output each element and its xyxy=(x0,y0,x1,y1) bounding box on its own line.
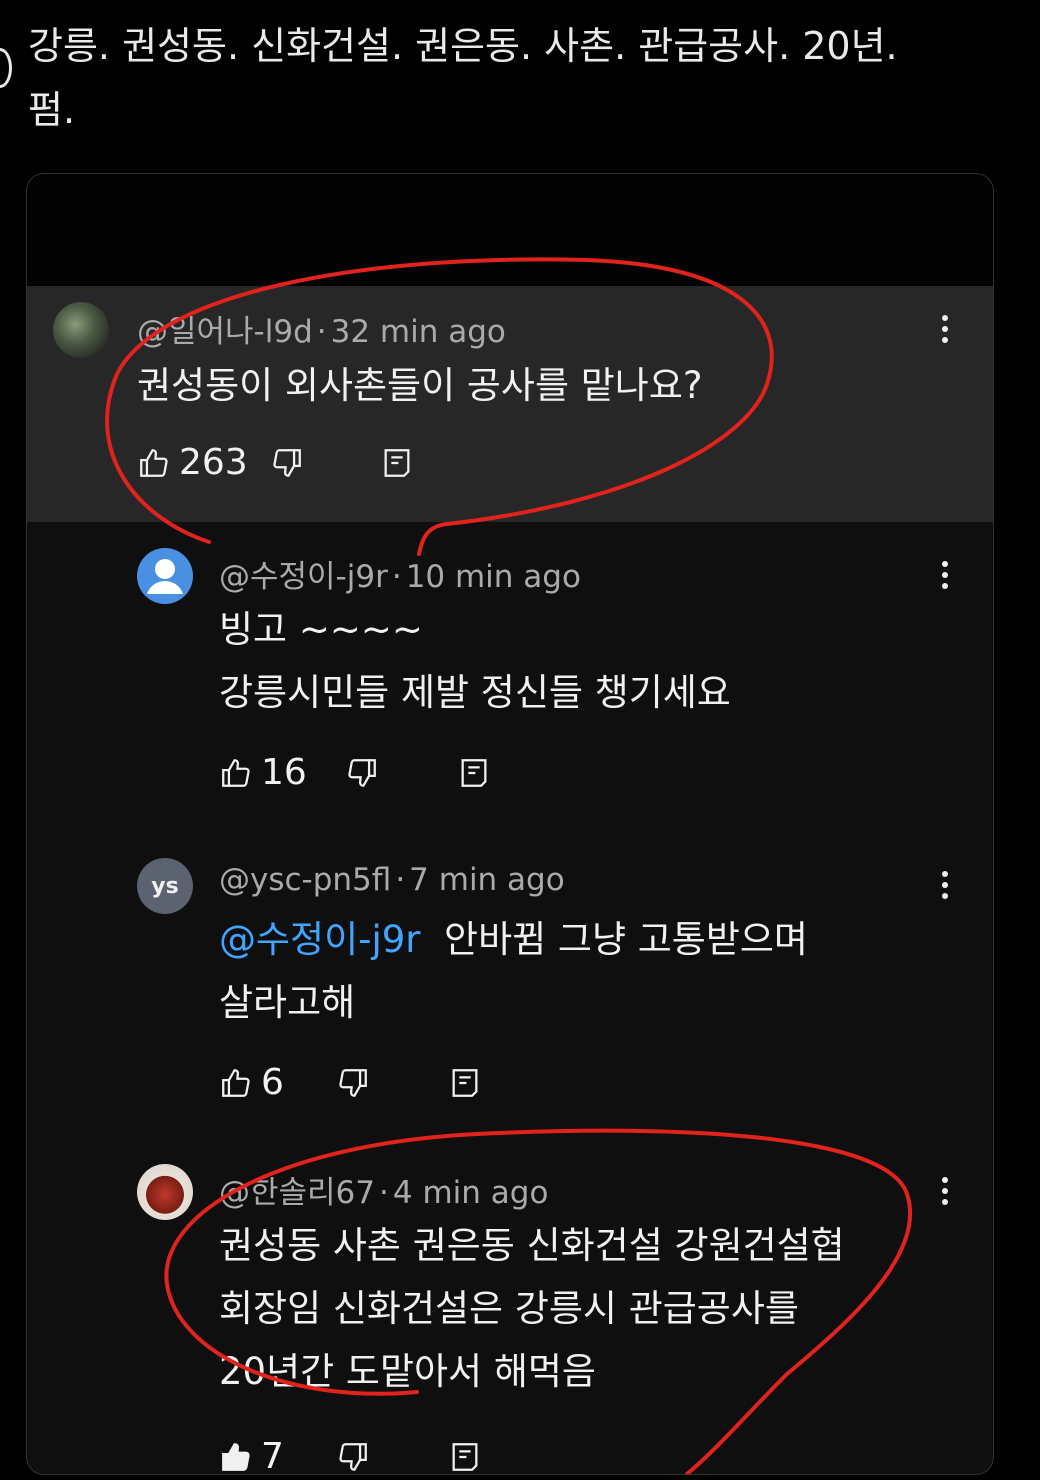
comment-meta: @한솔리67 · 4 min ago xyxy=(219,1175,549,1211)
comment-author[interactable]: @일어나-l9d xyxy=(137,314,313,350)
avatar[interactable] xyxy=(137,1164,193,1220)
comment-line: 강릉시민들 제발 정신들 챙기세요 xyxy=(219,671,731,714)
comment-line: 안바뀜 그냥 고통받으며 xyxy=(444,918,808,961)
reply-icon[interactable] xyxy=(380,446,414,480)
more-vertical-icon[interactable] xyxy=(941,560,949,590)
comment-body: @수정이-j9r 안바뀜 그냥 고통받으며 살라고해 xyxy=(219,908,808,1034)
thumbs-up-icon[interactable] xyxy=(219,756,253,790)
comment-meta: @수정이-j9r · 10 min ago xyxy=(219,559,581,595)
comment-line: 살라고해 xyxy=(219,981,356,1024)
comment-author[interactable]: @한솔리67 xyxy=(219,1175,375,1211)
comment-actions: 16 xyxy=(219,752,491,793)
comment-meta: @ysc-pn5fl · 7 min ago xyxy=(219,862,565,898)
comment-time: 7 min ago xyxy=(409,862,565,898)
avatar[interactable] xyxy=(137,548,193,604)
comment-body: 빙고 ~~~~ 강릉시민들 제발 정신들 챙기세요 xyxy=(219,598,731,724)
comment-body: 권성동 사촌 권은동 신화건설 강원건설협 회장임 신화건설은 강릉시 관급공사… xyxy=(219,1214,845,1403)
comment-actions: 7 xyxy=(219,1436,482,1475)
like-count: 16 xyxy=(261,752,307,793)
post-text-line-1: 강릉. 권성동. 신화건설. 권은동. 사촌. 관급공사. 20년. xyxy=(28,24,898,68)
mention-link[interactable]: @수정이-j9r xyxy=(219,918,421,961)
video-area xyxy=(27,174,993,286)
comment-line: 빙고 ~~~~ xyxy=(219,608,423,651)
thumbs-down-icon[interactable] xyxy=(345,756,379,790)
screenshot-image[interactable]: @일어나-l9d · 32 min ago 권성동이 외사촌들이 공사를 맡나요? … xyxy=(26,173,994,1475)
comment-body: 권성동이 외사촌들이 공사를 맡나요? xyxy=(137,354,703,417)
comment-actions: 263 xyxy=(137,442,414,483)
post-text-line-2: 펌. xyxy=(28,88,76,132)
thumbs-down-icon[interactable] xyxy=(336,1440,370,1474)
comment-line-1: @수정이-j9r 안바뀜 그냥 고통받으며 xyxy=(219,908,808,971)
avatar[interactable] xyxy=(53,302,109,358)
thumbs-down-icon[interactable] xyxy=(336,1066,370,1100)
comment-author[interactable]: @수정이-j9r xyxy=(219,559,388,595)
more-vertical-icon[interactable] xyxy=(941,870,949,900)
reply-icon[interactable] xyxy=(448,1440,482,1474)
more-vertical-icon[interactable] xyxy=(941,314,949,344)
comment-time: 4 min ago xyxy=(392,1175,549,1211)
reply-icon[interactable] xyxy=(448,1066,482,1100)
like-count: 6 xyxy=(261,1062,284,1103)
avatar-initials: ys xyxy=(151,873,179,899)
comment-time: 10 min ago xyxy=(405,559,581,595)
post-text: 강릉. 권성동. 신화건설. 권은동. 사촌. 관급공사. 20년. 펌. xyxy=(28,14,1018,142)
comment-actions: 6 xyxy=(219,1062,482,1103)
comment-meta: @일어나-l9d · 32 min ago xyxy=(137,314,506,350)
comment-line: 20년간 도맡아서 해먹음 xyxy=(219,1350,596,1393)
comment-line: 회장임 신화건설은 강릉시 관급공사를 xyxy=(219,1287,799,1330)
comment-time: 32 min ago xyxy=(330,314,506,350)
more-vertical-icon[interactable] xyxy=(941,1176,949,1206)
thumbs-down-icon[interactable] xyxy=(270,446,304,480)
thumbs-up-icon[interactable] xyxy=(219,1066,253,1100)
comment-author[interactable]: @ysc-pn5fl xyxy=(219,862,391,898)
comment-line: 권성동이 외사촌들이 공사를 맡나요? xyxy=(137,364,703,407)
default-person-icon xyxy=(147,559,183,594)
comment-line: 권성동 사촌 권은동 신화건설 강원건설협 xyxy=(219,1224,845,1267)
like-count: 7 xyxy=(261,1436,284,1475)
thumbs-up-icon[interactable] xyxy=(219,1440,253,1474)
like-count: 263 xyxy=(179,442,248,483)
reply-icon[interactable] xyxy=(457,756,491,790)
thumbs-up-icon[interactable] xyxy=(137,446,171,480)
avatar[interactable]: ys xyxy=(137,858,193,914)
partial-avatar-edge xyxy=(0,48,12,88)
